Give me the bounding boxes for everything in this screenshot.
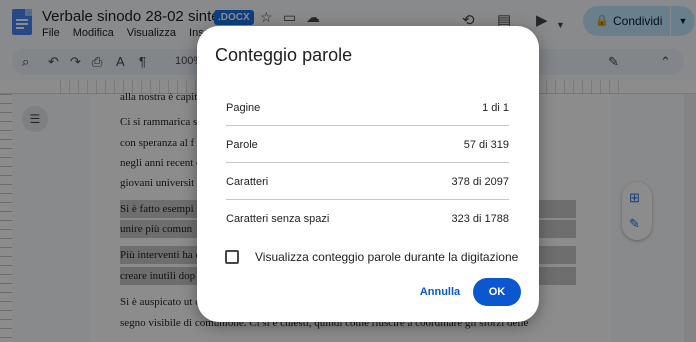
stat-value: 323 di 1788 bbox=[451, 213, 510, 225]
word-count-dialog: Conteggio parole Pagine 1 di 1 Parole 57… bbox=[197, 26, 539, 322]
stat-label: Pagine bbox=[226, 102, 261, 114]
stat-value: 57 di 319 bbox=[463, 139, 509, 151]
stat-row-characters: Caratteri 378 di 2097 bbox=[226, 163, 509, 200]
display-word-count-option[interactable]: Visualizza conteggio parole durante la d… bbox=[225, 248, 525, 266]
stat-row-characters-no-spaces: Caratteri senza spazi 323 di 1788 bbox=[226, 200, 509, 237]
stat-label: Caratteri bbox=[226, 176, 269, 188]
cancel-button[interactable]: Annulla bbox=[415, 282, 465, 302]
ok-button[interactable]: OK bbox=[473, 278, 521, 306]
stat-label: Caratteri senza spazi bbox=[226, 213, 330, 225]
checkbox-label[interactable]: Visualizza conteggio parole durante la d… bbox=[255, 250, 518, 264]
stat-label: Parole bbox=[226, 139, 258, 151]
stat-row-pages: Pagine 1 di 1 bbox=[226, 89, 509, 126]
stat-value: 1 di 1 bbox=[482, 102, 509, 114]
stat-value: 378 di 2097 bbox=[451, 176, 510, 188]
display-word-count-checkbox[interactable] bbox=[225, 250, 239, 264]
stat-row-words: Parole 57 di 319 bbox=[226, 126, 509, 163]
dialog-title: Conteggio parole bbox=[215, 45, 353, 65]
